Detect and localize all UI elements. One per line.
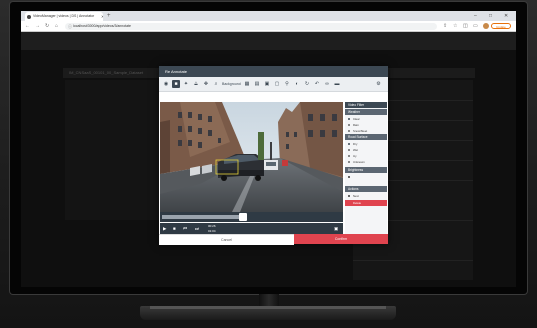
- tab-title: VideoManager | videos | DS | Annotator: [33, 14, 95, 18]
- next-frame-icon[interactable]: ⏭: [195, 223, 199, 234]
- url-field[interactable]: ⓘ localhost/3000/app/videos/3/annotate: [65, 22, 437, 30]
- layout-icon[interactable]: ▤: [253, 80, 261, 88]
- share-icon[interactable]: ⇪: [443, 21, 447, 31]
- stop-icon[interactable]: ■: [173, 223, 176, 234]
- weather-heading: Weather: [345, 109, 387, 115]
- next-icon: [347, 194, 350, 198]
- previous-frame-icon[interactable]: ⏮: [183, 223, 187, 234]
- radio-icon: [347, 154, 350, 158]
- polygon-tool-icon[interactable]: ⟁: [192, 80, 200, 88]
- home-icon[interactable]: ⌂: [55, 21, 58, 31]
- move-tool-icon[interactable]: ✥: [202, 80, 210, 88]
- time-display: 00:26 01:04: [208, 224, 216, 233]
- street-scene-image: [160, 102, 343, 212]
- close-window-icon[interactable]: ✕: [504, 11, 508, 21]
- current-time: 00:26: [208, 224, 216, 228]
- weather-option-snow[interactable]: Snow/Sleet: [345, 128, 387, 134]
- option-label: Unknown: [353, 160, 365, 164]
- pin-icon[interactable]: ⚲: [283, 80, 291, 88]
- reload-icon[interactable]: ↻: [45, 21, 49, 31]
- brightness-heading: Brightness: [345, 167, 387, 173]
- box-tool-icon[interactable]: ■: [172, 80, 180, 88]
- browser-tab-bar: VideoManager | videos | DS | Annotator ✕…: [21, 11, 516, 21]
- option-label: Rain: [353, 123, 359, 127]
- timeline-handle[interactable]: [238, 213, 247, 221]
- sidebar-icon[interactable]: ▭: [473, 21, 478, 31]
- comment-icon[interactable]: ▬: [333, 80, 341, 88]
- option-label: Clear: [353, 117, 360, 121]
- back-icon[interactable]: ←: [25, 21, 30, 31]
- timeline-progress: [162, 215, 243, 219]
- radio-icon: [347, 117, 350, 121]
- video-frame[interactable]: [160, 102, 343, 212]
- video-filter-heading: Video Filter: [345, 102, 387, 108]
- app-top-bar: [21, 32, 516, 50]
- maximize-icon[interactable]: □: [489, 11, 492, 21]
- layers-icon[interactable]: ▣: [263, 80, 271, 88]
- confirm-button[interactable]: Confirm: [294, 234, 388, 244]
- extensions-icon[interactable]: ◫: [463, 21, 468, 31]
- close-tab-icon[interactable]: ✕: [101, 12, 103, 21]
- crop-icon[interactable]: ▢: [273, 80, 281, 88]
- browser-tab[interactable]: VideoManager | videos | DS | Annotator ✕: [25, 12, 103, 21]
- action-label: Next: [353, 194, 359, 198]
- undo-icon[interactable]: ↶: [313, 80, 321, 88]
- monitor-stand-highlight: [150, 306, 386, 309]
- url-text: localhost/3000/app/videos/3/annotate: [73, 23, 131, 28]
- zoom-tool-icon[interactable]: ⌕: [212, 80, 220, 88]
- modal-footer: Cancel Confirm: [159, 234, 388, 245]
- rotate-icon[interactable]: ↻: [303, 80, 311, 88]
- select-tool-icon[interactable]: ◉: [162, 80, 170, 88]
- cancel-button[interactable]: Cancel: [159, 234, 294, 245]
- option-label: Wet: [353, 148, 358, 152]
- slider-icon: [347, 175, 350, 179]
- option-label: Dry: [353, 142, 358, 146]
- actions-heading: Actions: [345, 186, 387, 192]
- radio-icon: [347, 148, 350, 152]
- total-time: 01:04: [208, 228, 216, 233]
- road-option-unknown[interactable]: Unknown: [345, 159, 387, 165]
- settings-icon[interactable]: ⚙: [374, 80, 383, 88]
- app-row: [353, 250, 473, 261]
- modal-title: Re Annotate: [159, 66, 388, 77]
- info-icon: ⓘ: [68, 23, 72, 29]
- annotation-toolbar: ◉ ■ ✦ ⟁ ✥ ⌕ Background ▦ ▤ ▣ ▢ ⚲ ◐ ↻ ↶ ∞…: [159, 77, 388, 92]
- forward-icon[interactable]: →: [35, 21, 40, 31]
- minimize-icon[interactable]: –: [474, 11, 477, 21]
- background-label: Background: [222, 82, 241, 86]
- video-filter-panel: Video Filter Weather Clear Rain Snow/Sle…: [345, 102, 387, 234]
- timeline-scrubber[interactable]: [160, 212, 343, 222]
- radio-icon: [347, 129, 350, 133]
- visibility-icon[interactable]: ◐: [293, 80, 301, 88]
- delete-action[interactable]: Delete: [345, 200, 387, 206]
- point-tool-icon[interactable]: ✦: [182, 80, 190, 88]
- fullscreen-icon[interactable]: ▣: [334, 223, 338, 234]
- grid-icon[interactable]: ▦: [243, 80, 251, 88]
- radio-icon: [347, 123, 350, 127]
- profile-avatar[interactable]: [483, 23, 489, 29]
- next-action[interactable]: Next: [345, 193, 387, 199]
- link-icon[interactable]: ∞: [323, 80, 331, 88]
- option-label: Icy: [353, 154, 357, 158]
- monitor-screen: VideoManager | videos | DS | Annotator ✕…: [21, 11, 516, 287]
- play-icon[interactable]: ▶: [163, 223, 166, 234]
- new-tab-icon[interactable]: +: [107, 12, 111, 21]
- star-icon[interactable]: ☆: [453, 21, 457, 31]
- radio-icon: [347, 142, 350, 146]
- playback-controls: ▶ ■ ⏮ ⏭ 00:26 01:04 ▣: [160, 223, 343, 234]
- annotator-modal: Re Annotate ◉ ■ ✦ ⟁ ✥ ⌕ Background ▦ ▤ ▣…: [159, 66, 388, 245]
- radio-icon: [347, 160, 350, 164]
- option-label: Snow/Sleet: [353, 129, 368, 133]
- update-button[interactable]: Update: [491, 23, 511, 29]
- brightness-slider[interactable]: [345, 174, 387, 180]
- road-surface-heading: Road Surface: [345, 134, 387, 140]
- browser-toolbar: ← → ↻ ⌂ ⓘ localhost/3000/app/videos/3/an…: [21, 21, 516, 32]
- favicon-icon: [27, 14, 31, 19]
